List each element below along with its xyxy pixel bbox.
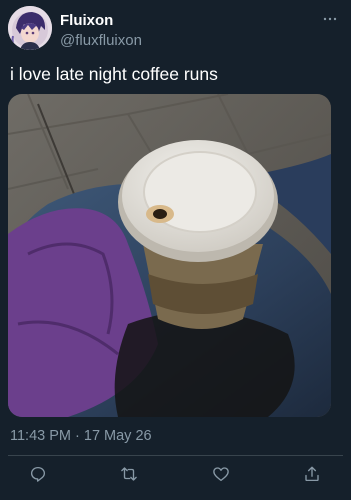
tweet-text: i love late night coffee runs: [10, 64, 218, 84]
tweet-timestamp[interactable]: 11:43 PM · 17 May 26: [10, 427, 152, 445]
actions-divider: [8, 455, 343, 456]
more-options-icon[interactable]: [321, 10, 339, 28]
retweet-icon: [121, 467, 137, 481]
author-names: Fluixon @fluxfluixon: [60, 12, 142, 51]
heart-icon: [213, 467, 229, 482]
retweet-button[interactable]: [117, 462, 141, 486]
tweet-photo[interactable]: [8, 94, 331, 417]
tweet-actions: [0, 462, 351, 486]
avatar[interactable]: [8, 6, 52, 50]
display-name[interactable]: Fluixon: [60, 12, 142, 30]
coffee-photo-image: [8, 94, 331, 417]
tweet-card: Fluixon @fluxfluixon i love late night c…: [0, 0, 351, 500]
reply-button[interactable]: [26, 462, 50, 486]
tweet-header: Fluixon @fluxfluixon: [8, 6, 343, 52]
share-button[interactable]: [300, 462, 324, 486]
like-button[interactable]: [209, 462, 233, 486]
user-handle[interactable]: @fluxfluixon: [60, 31, 142, 51]
reply-icon: [30, 466, 46, 482]
share-icon: [305, 466, 319, 482]
